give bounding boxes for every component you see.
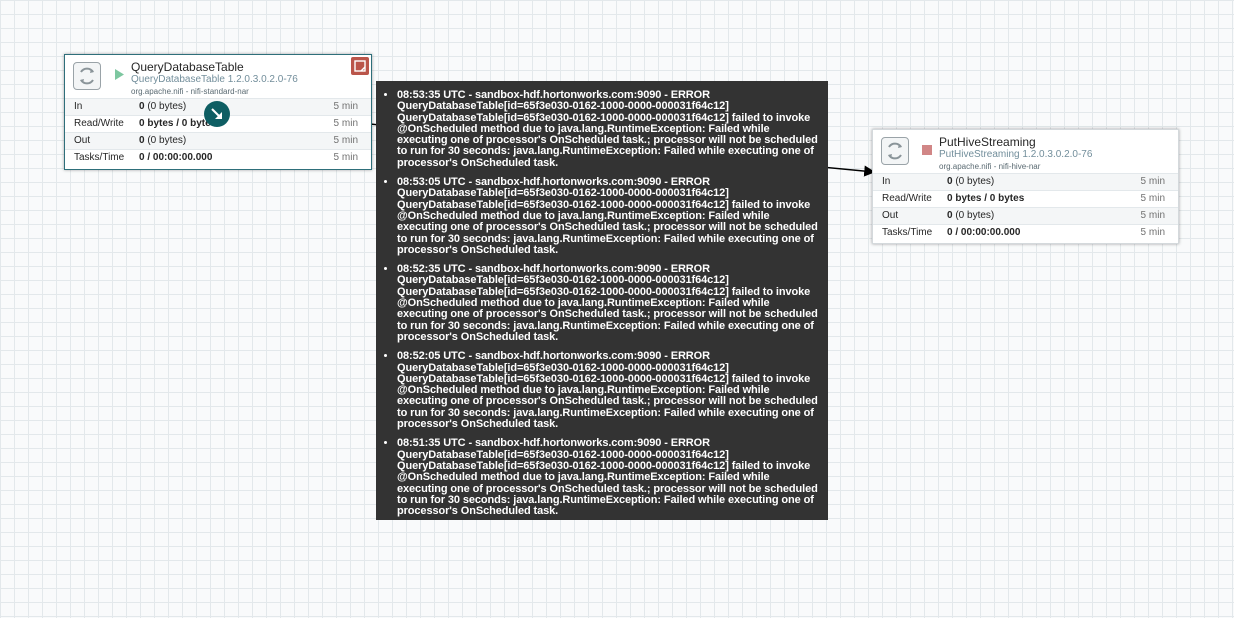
stat-value: 0 (0 bytes) bbox=[139, 101, 187, 112]
stat-row-in: In 0 (0 bytes) 5 min bbox=[873, 173, 1178, 190]
bulletin-header: 08:51:35 UTC - sandbox-hdf.hortonworks.c… bbox=[397, 437, 710, 450]
bulletin-message: QueryDatabaseTable[id=65f3e030-0162-1000… bbox=[397, 198, 818, 256]
connection-handle-icon[interactable] bbox=[204, 101, 230, 127]
bulletin-header: 08:52:05 UTC - sandbox-hdf.hortonworks.c… bbox=[397, 350, 710, 363]
stat-time: 5 min bbox=[1140, 176, 1165, 187]
bulletin-item: 08:51:35 UTC - sandbox-hdf.hortonworks.c… bbox=[397, 438, 820, 517]
processor-icon bbox=[73, 62, 101, 90]
stat-time: 5 min bbox=[333, 152, 358, 163]
bulletin-message: QueryDatabaseTable[id=65f3e030-0162-1000… bbox=[397, 459, 818, 518]
processor-bundle: org.apache.nifi - nifi-standard-nar bbox=[131, 87, 249, 96]
stat-label: In bbox=[74, 101, 83, 112]
stat-row-read-write: Read/Write 0 bytes / 0 bytes 5 min bbox=[873, 190, 1178, 207]
stat-label: Out bbox=[882, 210, 899, 221]
bulletin-icon[interactable] bbox=[351, 57, 369, 75]
stat-value: 0 (0 bytes) bbox=[139, 135, 187, 146]
bulletin-message: QueryDatabaseTable[id=65f3e030-0162-1000… bbox=[397, 111, 818, 169]
stat-time: 5 min bbox=[333, 101, 358, 112]
stat-time: 5 min bbox=[333, 135, 358, 146]
processor-icon bbox=[881, 137, 909, 165]
processor-header: QueryDatabaseTable QueryDatabaseTable 1.… bbox=[65, 55, 371, 98]
stat-label: In bbox=[882, 176, 891, 187]
stat-value: 0 (0 bytes) bbox=[947, 210, 995, 221]
processor-bundle: org.apache.nifi - nifi-hive-nar bbox=[939, 162, 1041, 171]
processor-name: PutHiveStreaming bbox=[939, 135, 1036, 149]
bulletin-item: 08:53:05 UTC - sandbox-hdf.hortonworks.c… bbox=[397, 176, 820, 256]
bulletin-source: QueryDatabaseTable[id=65f3e030-0162-1000… bbox=[397, 187, 729, 200]
processor-type: PutHiveStreaming 1.2.0.3.0.2.0-76 bbox=[939, 149, 1093, 160]
stat-value: 0 / 00:00:00.000 bbox=[947, 227, 1021, 238]
stop-icon bbox=[922, 142, 932, 160]
processor-name: QueryDatabaseTable bbox=[131, 60, 244, 74]
bulletin-list: 08:53:35 UTC - sandbox-hdf.hortonworks.c… bbox=[380, 89, 820, 517]
processor-put-hive-streaming[interactable]: PutHiveStreaming PutHiveStreaming 1.2.0.… bbox=[872, 129, 1179, 244]
stat-time: 5 min bbox=[1140, 193, 1165, 204]
bulletin-item: 08:52:05 UTC - sandbox-hdf.hortonworks.c… bbox=[397, 350, 820, 431]
stat-row-out: Out 0 (0 bytes) 5 min bbox=[873, 207, 1178, 224]
processor-header: PutHiveStreaming PutHiveStreaming 1.2.0.… bbox=[873, 130, 1178, 173]
stat-label: Out bbox=[74, 135, 91, 146]
processor-stats: In 0 (0 bytes) 5 min Read/Write 0 bytes … bbox=[873, 173, 1178, 241]
bulletin-tooltip: 08:53:35 UTC - sandbox-hdf.hortonworks.c… bbox=[376, 81, 828, 520]
stat-value: 0 bytes / 0 bytes bbox=[947, 193, 1025, 204]
stat-row-tasks-time: Tasks/Time 0 / 00:00:00.000 5 min bbox=[873, 224, 1178, 241]
stat-label: Tasks/Time bbox=[882, 227, 933, 238]
play-icon bbox=[114, 67, 124, 85]
bulletin-item: 08:53:35 UTC - sandbox-hdf.hortonworks.c… bbox=[397, 89, 820, 169]
stat-row-tasks-time: Tasks/Time 0 / 00:00:00.000 5 min bbox=[65, 149, 371, 166]
processor-type: QueryDatabaseTable 1.2.0.3.0.2.0-76 bbox=[131, 74, 298, 85]
stat-time: 5 min bbox=[1140, 227, 1165, 238]
stat-label: Read/Write bbox=[74, 118, 124, 129]
stat-row-out: Out 0 (0 bytes) 5 min bbox=[65, 132, 371, 149]
stat-value: 0 (0 bytes) bbox=[947, 176, 995, 187]
stat-time: 5 min bbox=[333, 118, 358, 129]
bulletin-message: QueryDatabaseTable[id=65f3e030-0162-1000… bbox=[397, 285, 818, 343]
bulletin-message: QueryDatabaseTable[id=65f3e030-0162-1000… bbox=[397, 372, 818, 431]
stat-label: Read/Write bbox=[882, 193, 932, 204]
stat-value: 0 / 00:00:00.000 bbox=[139, 152, 213, 163]
bulletin-source: QueryDatabaseTable[id=65f3e030-0162-1000… bbox=[397, 100, 729, 113]
bulletin-item: 08:52:35 UTC - sandbox-hdf.hortonworks.c… bbox=[397, 263, 820, 343]
stat-time: 5 min bbox=[1140, 210, 1165, 221]
stat-label: Tasks/Time bbox=[74, 152, 125, 163]
